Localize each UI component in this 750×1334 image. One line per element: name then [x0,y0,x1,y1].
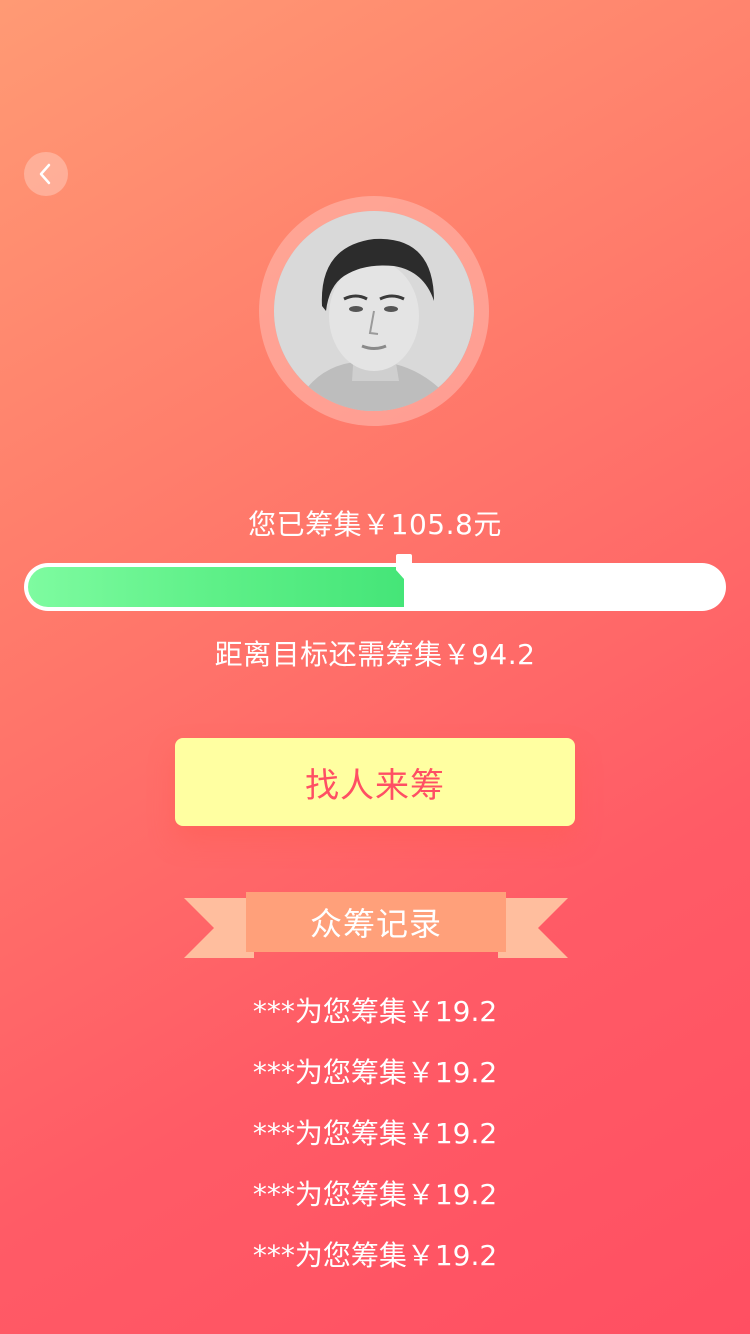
avatar [274,211,474,411]
avatar-ring [259,196,489,426]
progress-bar [24,554,726,611]
chevron-left-icon [39,163,51,185]
list-item: ***为您筹集￥19.2 [252,1117,498,1150]
list-item: ***为您筹集￥19.2 [252,995,498,1028]
find-people-button[interactable]: 找人来筹 [175,738,575,826]
progress-marker-icon [395,554,412,579]
back-button[interactable] [24,152,68,196]
records-ribbon: 众筹记录 [184,892,568,958]
progress-fill [28,567,404,607]
user-photo [274,211,474,411]
raised-amount-text: 您已筹集￥105.8元 [248,508,502,541]
list-item: ***为您筹集￥19.2 [252,1178,498,1211]
records-list: ***为您筹集￥19.2 ***为您筹集￥19.2 ***为您筹集￥19.2 *… [0,988,750,1293]
list-item: ***为您筹集￥19.2 [252,1239,498,1272]
remaining-amount-text: 距离目标还需筹集￥94.2 [214,638,536,671]
list-item: ***为您筹集￥19.2 [252,1056,498,1089]
records-title: 众筹记录 [309,905,442,943]
